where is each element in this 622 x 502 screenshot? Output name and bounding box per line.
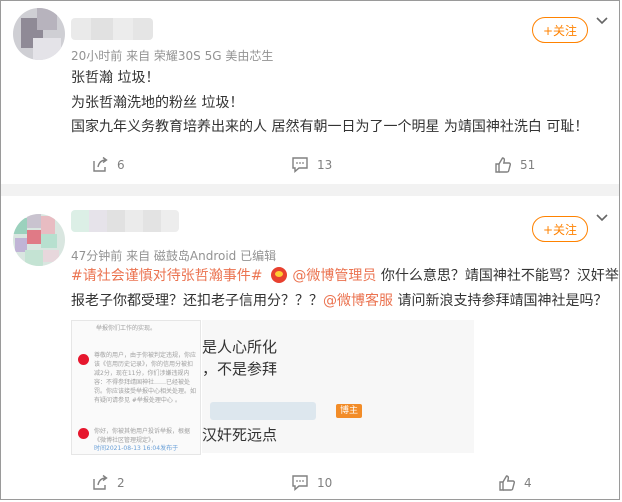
comment-button[interactable]: 13: [291, 150, 332, 180]
mention-link[interactable]: @微博客服: [323, 293, 393, 309]
thumbnail-date: 时间2021-08-13 16:04发布于: [94, 445, 179, 452]
blurred-username-bar: [210, 402, 316, 420]
post-image[interactable]: 是人心所化 ，不是参拜 博主 汉奸死远点: [202, 320, 474, 453]
weibo-logo-icon: [78, 354, 89, 365]
chevron-down-icon[interactable]: [595, 210, 609, 224]
post-card: 47分钟前 来自 磁鼓岛Android 已编辑 +关注 #请社会谨慎对待张哲瀚事…: [1, 196, 619, 499]
username-blurred[interactable]: [71, 210, 179, 232]
thumbnail-paragraph: 你好，你被其他用户投诉举报，根据《微博社区管理规定》，: [94, 428, 191, 444]
weibo-admin-badge-icon: [270, 267, 287, 283]
weibo-logo-icon: [78, 428, 89, 439]
like-icon: [499, 475, 515, 491]
comment-count: 13: [317, 158, 333, 172]
post-meta: 47分钟前 来自 磁鼓岛Android 已编辑: [71, 249, 277, 263]
share-count: 2: [117, 476, 125, 490]
avatar[interactable]: [13, 214, 65, 266]
action-bar: 2 10 4: [1, 468, 619, 498]
post-text-segment: 你什么意思？靖国神社不能骂？汉奸举: [376, 268, 619, 284]
post-text-line: #请社会谨慎对待张哲瀚事件# @微博管理员 你什么意思？靖国神社不能骂？汉奸举: [71, 266, 619, 286]
image-text: ，不是参拜: [202, 360, 278, 378]
comment-icon: [292, 475, 308, 492]
action-bar: 6 13 51: [1, 150, 619, 180]
follow-button[interactable]: +关注: [532, 17, 588, 43]
avatar[interactable]: [13, 8, 65, 60]
post-text-segment: 请问新浪支持参拜靖国神社是吗？: [393, 293, 608, 309]
share-count: 6: [117, 158, 125, 172]
post-text-line: 为张哲瀚洗地的粉丝 垃圾！: [71, 95, 244, 111]
share-button[interactable]: 6: [91, 150, 125, 180]
thumbnail-caption: 举报你们工作的实现。: [96, 325, 157, 332]
image-text: 汉奸死远点: [202, 426, 278, 444]
like-icon: [495, 157, 511, 173]
blogger-badge: 博主: [336, 404, 362, 418]
hashtag-link[interactable]: #请社会谨慎对待张哲瀚事件#: [71, 268, 262, 284]
like-button[interactable]: 51: [494, 150, 535, 180]
like-count: 4: [524, 476, 532, 490]
chevron-down-icon[interactable]: [595, 13, 609, 27]
comment-button[interactable]: 10: [291, 468, 332, 498]
share-icon: [93, 156, 108, 172]
username-blurred[interactable]: [71, 18, 153, 40]
comment-count: 10: [317, 476, 333, 490]
image-text: 是人心所化: [202, 338, 278, 356]
card-separator: [1, 184, 619, 196]
post-card: 20小时前 来自 荣耀30S 5G 美由芯生 +关注 张哲瀚 垃圾！ 为张哲瀚洗…: [1, 1, 619, 184]
post-text-line: 国家九年义务教育培养出来的人 居然有朝一日为了一个明星 为靖国神社洗白 可耻！: [71, 119, 589, 135]
like-count: 51: [520, 158, 536, 172]
share-button[interactable]: 2: [91, 468, 125, 498]
mention-link[interactable]: @微博管理员: [292, 268, 376, 284]
post-meta: 20小时前 来自 荣耀30S 5G 美由芯生: [71, 49, 274, 63]
share-icon: [93, 474, 108, 490]
post-text-line: 张哲瀚 垃圾！: [71, 70, 160, 86]
post-text-segment: 报老子你都受理？还扣老子信用分？？？: [71, 293, 323, 309]
comment-icon: [292, 157, 308, 174]
thumbnail-paragraph: 尊敬的用户，由于你被判定违规，你应该《信用历史记录》，你的信用分被扣减2分，现在…: [94, 352, 196, 404]
like-button[interactable]: 4: [498, 468, 532, 498]
post-text-line: 报老子你都受理？还扣老子信用分？？？@微博客服 请问新浪支持参拜靖国神社是吗？: [71, 291, 607, 311]
follow-button[interactable]: +关注: [532, 216, 588, 242]
post-image-thumbnail[interactable]: 举报你们工作的实现。 尊敬的用户，由于你被判定违规，你应该《信用历史记录》，你的…: [71, 320, 201, 455]
